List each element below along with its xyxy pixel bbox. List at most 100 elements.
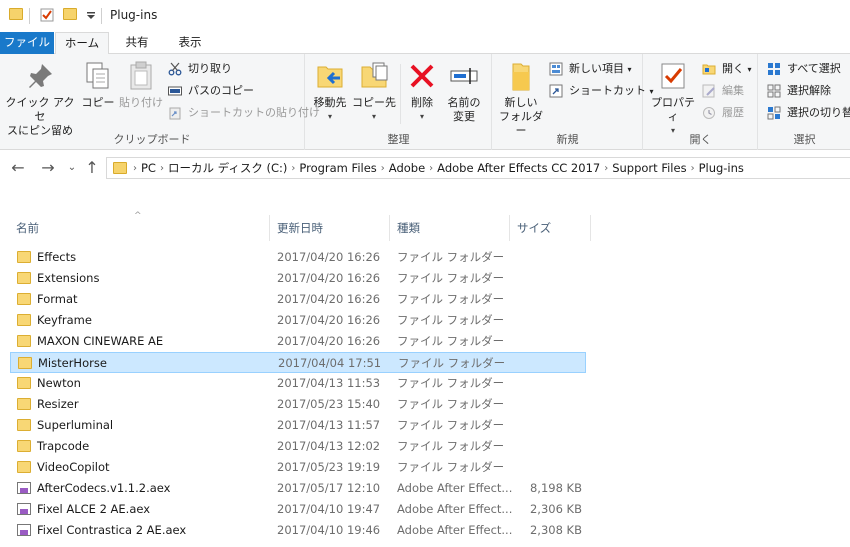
select-none-button[interactable]: 選択解除: [767, 82, 831, 100]
file-type: ファイル フォルダー: [397, 439, 505, 453]
copy-to-dropdown-icon: ▾: [371, 112, 376, 121]
new-item-button[interactable]: 新しい項目 ▾: [549, 60, 632, 78]
table-row[interactable]: Extensions 2017/04/20 16:26 ファイル フォルダー: [10, 268, 586, 289]
up-arrow-icon[interactable]: ↑: [82, 159, 102, 177]
divider: [400, 64, 401, 124]
folder-icon: [17, 461, 31, 473]
forward-arrow-icon[interactable]: →: [38, 159, 58, 177]
folder-icon: [18, 357, 32, 369]
table-row[interactable]: Newton 2017/04/13 11:53 ファイル フォルダー: [10, 373, 586, 394]
table-row[interactable]: VideoCopilot 2017/05/23 19:19 ファイル フォルダー: [10, 457, 586, 478]
tab-share[interactable]: 共有: [112, 32, 162, 54]
tab-view[interactable]: 表示: [164, 32, 216, 54]
copy-button[interactable]: コピー: [80, 60, 116, 110]
column-header-type[interactable]: 種類: [391, 215, 510, 241]
invert-selection-button[interactable]: 選択の切り替え: [767, 104, 850, 122]
delete-button[interactable]: 削除 ▾: [404, 60, 440, 124]
rename-button[interactable]: 名前の 変更: [442, 60, 486, 124]
column-header-size[interactable]: サイズ: [511, 215, 591, 241]
rename-icon: [450, 68, 478, 84]
shortcut-button[interactable]: ショートカット ▾: [549, 82, 654, 100]
table-row[interactable]: Effects 2017/04/20 16:26 ファイル フォルダー: [10, 247, 586, 268]
history-icon: [703, 107, 715, 119]
select-group-label: 選択: [793, 133, 816, 146]
title-bar: Plug-ins: [0, 0, 850, 32]
open-button[interactable]: 開く ▾: [702, 60, 752, 78]
file-name: Newton: [37, 376, 81, 390]
customize-toolbar-icon[interactable]: [84, 8, 98, 22]
table-row[interactable]: Trapcode 2017/04/13 12:02 ファイル フォルダー: [10, 436, 586, 457]
breadcrumb-program-files[interactable]: Program Files: [299, 161, 376, 175]
breadcrumb-after-effects[interactable]: Adobe After Effects CC 2017: [437, 161, 600, 175]
ribbon-tabs: ファイル ホーム 共有 表示: [0, 32, 850, 55]
folder-icon[interactable]: [9, 8, 23, 20]
breadcrumb-plug-ins[interactable]: Plug-ins: [699, 161, 744, 175]
cut-button[interactable]: 切り取り: [168, 60, 232, 78]
properties-icon: [661, 63, 685, 89]
folder-icon: [17, 251, 31, 263]
file-name: MAXON CINEWARE AE: [37, 334, 164, 348]
modified-date: 2017/04/20 16:26: [277, 292, 381, 306]
ribbon: クイック アクセ スにピン留め コピー 貼り付け 切り取り パスのコピー ショー…: [0, 54, 850, 150]
table-row[interactable]: Format 2017/04/20 16:26 ファイル フォルダー: [10, 289, 586, 310]
paste-button[interactable]: 貼り付け: [118, 60, 164, 110]
move-to-icon: [317, 66, 343, 88]
address-bar[interactable]: › PC › ローカル ディスク (C:) › Program Files › …: [106, 157, 850, 179]
divider: [101, 8, 102, 24]
table-row[interactable]: AfterCodecs.v1.1.2.aex 2017/05/17 12:10 Ad…: [10, 478, 586, 499]
organize-group-label: 整理: [387, 133, 410, 146]
copy-path-button[interactable]: パスのコピー: [168, 82, 254, 100]
modified-date: 2017/04/13 12:02: [277, 439, 381, 453]
file-type: Adobe After Effect...: [397, 502, 513, 516]
edit-icon: [702, 84, 715, 98]
select-none-icon: [767, 84, 781, 98]
new-folder-icon[interactable]: [63, 8, 77, 20]
table-row[interactable]: Fixel Contrastica 2 AE.aex 2017/04/10 19:…: [10, 520, 586, 541]
file-name: Keyframe: [37, 313, 92, 327]
move-to-button[interactable]: 移動先 ▾: [310, 60, 350, 124]
recent-locations-chevron-icon[interactable]: ⌄: [62, 159, 82, 177]
tab-file[interactable]: ファイル: [0, 32, 54, 54]
cut-label: 切り取り: [188, 62, 232, 75]
plugin-file-icon: [17, 482, 31, 494]
table-row[interactable]: MisterHorse 2017/04/04 17:51 ファイル フォルダー: [10, 352, 586, 373]
file-name: Fixel Contrastica 2 AE.aex: [37, 523, 187, 537]
chevron-right-icon: ›: [133, 162, 137, 174]
chevron-right-icon: ›: [291, 162, 296, 174]
copy-to-button[interactable]: コピー先 ▾: [352, 60, 396, 124]
invert-selection-label: 選択の切り替え: [787, 106, 850, 119]
back-arrow-icon[interactable]: ←: [8, 159, 28, 177]
history-button[interactable]: 履歴: [702, 104, 744, 122]
modified-date: 2017/04/20 16:26: [277, 250, 381, 264]
breadcrumb-local-disk[interactable]: ローカル ディスク (C:): [168, 160, 287, 176]
new-folder-button[interactable]: 新しい フォルダー: [495, 60, 547, 138]
paste-shortcut-label: ショートカットの貼り付け: [188, 106, 320, 119]
select-all-button[interactable]: すべて選択: [767, 60, 841, 78]
table-row[interactable]: Superluminal 2017/04/13 11:57 ファイル フォルダー: [10, 415, 586, 436]
table-row[interactable]: Resizer 2017/05/23 15:40 ファイル フォルダー: [10, 394, 586, 415]
table-row[interactable]: Fixel ALCE 2 AE.aex 2017/04/10 19:47 Adobe…: [10, 499, 586, 520]
breadcrumb-pc[interactable]: PC: [141, 161, 156, 175]
properties-check-icon[interactable]: [40, 8, 54, 22]
table-row[interactable]: MAXON CINEWARE AE 2017/04/20 16:26 ファイル フォ…: [10, 331, 586, 352]
column-header-date[interactable]: 更新日時: [271, 215, 390, 241]
modified-date: 2017/04/10 19:47: [277, 502, 381, 516]
column-header-name[interactable]: 名前: [10, 215, 270, 241]
chevron-right-icon: ›: [159, 162, 164, 174]
table-row[interactable]: Keyframe 2017/04/20 16:26 ファイル フォルダー: [10, 310, 586, 331]
pin-quick-access-button[interactable]: クイック アクセ スにピン留め: [4, 60, 76, 138]
file-size: 2,306 KB: [529, 502, 582, 516]
breadcrumb-support-files[interactable]: Support Files: [612, 161, 686, 175]
tab-home[interactable]: ホーム: [55, 32, 109, 55]
file-name: Trapcode: [37, 439, 90, 453]
edit-button[interactable]: 編集: [702, 82, 744, 100]
select-all-label: すべて選択: [787, 62, 841, 75]
file-size: 8,198 KB: [529, 481, 582, 495]
open-label: 開く: [722, 62, 744, 75]
paste-shortcut-button[interactable]: ショートカットの貼り付け: [168, 104, 320, 122]
folder-icon: [17, 398, 31, 410]
file-type: ファイル フォルダー: [397, 418, 505, 432]
edit-label: 編集: [722, 84, 744, 97]
properties-button[interactable]: プロパティ ▾: [648, 60, 698, 138]
breadcrumb-adobe[interactable]: Adobe: [389, 161, 425, 175]
